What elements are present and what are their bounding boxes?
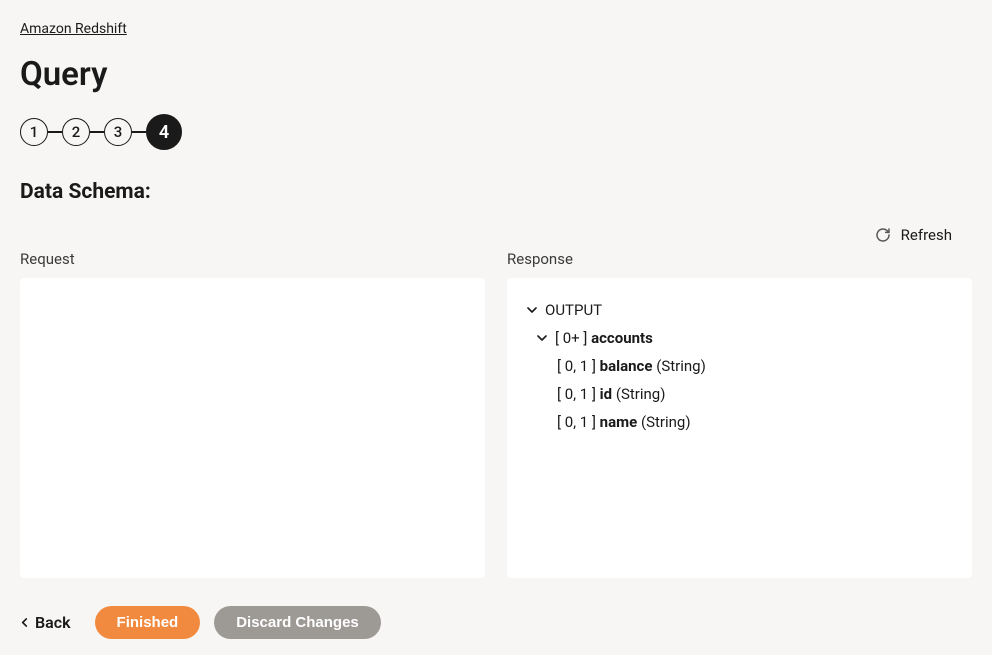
tree-field-type: (String) [656,357,706,375]
breadcrumb-link[interactable]: Amazon Redshift [20,21,127,37]
tree-field: [ 0, 1 ] balance (String) [527,352,952,380]
tree-field-name: name [600,413,638,431]
back-label: Back [35,613,71,632]
chevron-left-icon [20,616,29,630]
finished-button[interactable]: Finished [95,606,201,639]
step-1[interactable]: 1 [20,118,48,146]
back-button[interactable]: Back [20,613,71,632]
tree-field-type: (String) [616,385,666,403]
step-connector [132,131,146,133]
tree-field: [ 0, 1 ] id (String) [527,380,952,408]
step-2[interactable]: 2 [62,118,90,146]
tree-group-cardinality: [ 0+ ] [555,329,587,347]
tree-group[interactable]: [ 0+ ] accounts [527,324,952,352]
refresh-label: Refresh [901,226,952,244]
refresh-button[interactable]: Refresh [875,226,972,244]
tree-root-label: OUTPUT [545,298,602,322]
tree-field: [ 0, 1 ] name (String) [527,408,952,436]
step-3[interactable]: 3 [104,118,132,146]
step-connector [90,131,104,133]
request-panel [20,278,485,578]
response-label: Response [507,250,972,268]
refresh-icon [875,227,891,243]
step-4-active[interactable]: 4 [146,114,182,150]
schema-label: Data Schema: [20,180,972,204]
tree-field-cardinality: [ 0, 1 ] [557,385,596,403]
tree-field-type: (String) [641,413,691,431]
tree-field-name: id [600,385,612,403]
request-label: Request [20,250,485,268]
response-panel: OUTPUT [ 0+ ] accounts [ 0, 1 ] balance [507,278,972,578]
tree-field-cardinality: [ 0, 1 ] [557,413,596,431]
step-connector [48,131,62,133]
page-title: Query [20,55,972,94]
tree-root[interactable]: OUTPUT [527,296,952,324]
tree-group-name: accounts [591,329,653,347]
discard-changes-button[interactable]: Discard Changes [214,606,381,639]
tree-field-name: balance [600,357,653,375]
chevron-down-icon [537,333,547,343]
chevron-down-icon [527,305,537,315]
stepper: 1 2 3 4 [20,114,972,150]
tree-field-cardinality: [ 0, 1 ] [557,357,596,375]
